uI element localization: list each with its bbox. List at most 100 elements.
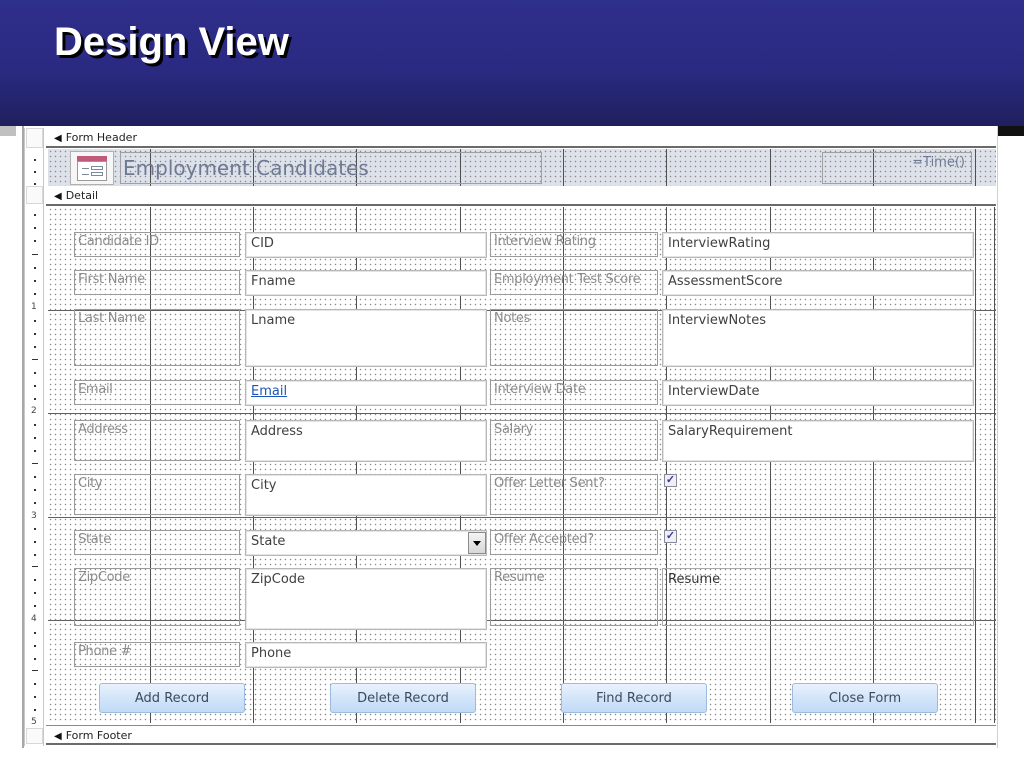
section-arrow-icon: ◀ (54, 191, 62, 202)
ruler-tick (34, 645, 36, 647)
form-header-label: Form Header (65, 131, 137, 144)
field-salary-requirement[interactable]: SalaryRequirement (662, 420, 974, 462)
ruler-tick (34, 293, 36, 295)
field-assessment-score[interactable]: AssessmentScore (662, 270, 974, 296)
attachment-resume[interactable]: Resume (662, 568, 974, 626)
label-state[interactable]: State (74, 530, 240, 555)
ruler-tick (34, 171, 36, 173)
ruler-footer-cap (26, 728, 43, 744)
ruler-tick (34, 424, 36, 426)
grid-line (563, 149, 564, 187)
ruler-tick (34, 709, 36, 711)
ruler-tick (32, 254, 38, 255)
ruler-tick (34, 240, 36, 242)
grid-line (48, 413, 996, 414)
ruler-tick (34, 214, 36, 216)
ruler-number: 2 (31, 406, 37, 416)
combo-state[interactable]: State (245, 530, 487, 556)
ruler-number: 3 (31, 511, 37, 521)
ruler-tick (32, 463, 38, 464)
label-last-name[interactable]: Last Name (74, 309, 240, 366)
ruler-tick (34, 683, 36, 685)
banner-edge (998, 126, 1024, 136)
label-first-name[interactable]: First Name (74, 270, 240, 295)
label-email[interactable]: Email (74, 380, 240, 405)
field-address[interactable]: Address (245, 420, 487, 462)
ruler-number: 5 (31, 717, 37, 727)
close-form-button[interactable]: Close Form (792, 683, 938, 713)
field-lname[interactable]: Lname (245, 309, 487, 367)
ruler-tick (34, 267, 36, 269)
label-offer-accepted[interactable]: Offer Accepted? (490, 530, 658, 555)
field-fname[interactable]: Fname (245, 270, 487, 296)
label-candidate-id[interactable]: Candidate ID (74, 232, 240, 257)
field-city[interactable]: City (245, 474, 487, 516)
grid-line (994, 207, 995, 723)
find-record-button[interactable]: Find Record (561, 683, 707, 713)
section-arrow-icon: ◀ (54, 133, 62, 144)
ruler-tick (34, 372, 36, 374)
label-interview-date[interactable]: Interview Date (490, 380, 658, 405)
ruler-tick (34, 346, 36, 348)
grid-line (975, 149, 976, 187)
ruler-detail-cap (26, 186, 43, 204)
grid-line (666, 149, 667, 187)
field-interview-rating[interactable]: InterviewRating (662, 232, 974, 258)
form-header-bar[interactable]: ◀ Form Header (46, 128, 996, 148)
delete-record-button[interactable]: Delete Record (330, 683, 476, 713)
ruler-tick (32, 566, 38, 567)
ruler-tick (34, 159, 36, 161)
form-icon[interactable] (70, 151, 114, 185)
ruler-tick (34, 592, 36, 594)
ruler-tick (34, 528, 36, 530)
combo-dropdown-button[interactable] (468, 532, 486, 554)
chevron-down-icon (473, 540, 481, 546)
checkbox-offer-accepted[interactable]: ✓ (664, 530, 677, 543)
label-resume[interactable]: Resume (490, 568, 658, 626)
slide-banner: Design View (0, 0, 1024, 126)
design-canvas: ◀ Form Header Employment Candidates =Time… (46, 128, 998, 748)
label-interview-rating[interactable]: Interview Rating (490, 232, 658, 257)
ruler-tick (34, 437, 36, 439)
form-footer-bar[interactable]: ◀ Form Footer (46, 725, 996, 745)
ruler-number: 4 (31, 614, 37, 624)
ruler-tick (34, 385, 36, 387)
window-edge (0, 126, 16, 136)
label-salary[interactable]: Salary (490, 420, 658, 461)
ruler-tick (34, 227, 36, 229)
ruler-tick (32, 670, 38, 671)
ruler-tick (34, 554, 36, 556)
field-interview-notes[interactable]: InterviewNotes (662, 309, 974, 367)
grid-line (48, 517, 996, 518)
field-phone[interactable]: Phone (245, 642, 487, 668)
label-city[interactable]: City (74, 474, 240, 515)
detail-bar[interactable]: ◀ Detail (46, 186, 996, 206)
label-employment-test-score[interactable]: Employment Test Score (490, 270, 658, 295)
label-offer-letter-sent[interactable]: Offer Letter Sent? (490, 474, 658, 515)
label-zipcode[interactable]: ZipCode (74, 568, 240, 626)
ruler-tick (34, 280, 36, 282)
ruler-tick (32, 359, 38, 360)
ruler-tick (34, 696, 36, 698)
ruler-tick (34, 320, 36, 322)
ruler-tick (34, 658, 36, 660)
ruler-tick (34, 605, 36, 607)
form-title-label[interactable]: Employment Candidates (120, 152, 542, 184)
label-phone[interactable]: Phone # (74, 642, 240, 667)
time-textbox[interactable]: =Time() (822, 152, 972, 184)
ruler-tick (34, 632, 36, 634)
label-notes[interactable]: Notes (490, 309, 658, 366)
ruler-tick (34, 450, 36, 452)
ruler-header-cap (26, 128, 43, 148)
vertical-ruler[interactable]: 1 2 3 4 5 (24, 128, 44, 746)
ruler-tick (34, 476, 36, 478)
add-record-button[interactable]: Add Record (99, 683, 245, 713)
label-address[interactable]: Address (74, 420, 240, 461)
field-cid[interactable]: CID (245, 232, 487, 258)
field-interview-date[interactable]: InterviewDate (662, 380, 974, 406)
field-zipcode[interactable]: ZipCode (245, 568, 487, 630)
checkbox-offer-letter-sent[interactable]: ✓ (664, 474, 677, 487)
ruler-tick (34, 502, 36, 504)
field-email[interactable]: Email (245, 380, 487, 406)
slide-title: Design View (54, 20, 289, 64)
